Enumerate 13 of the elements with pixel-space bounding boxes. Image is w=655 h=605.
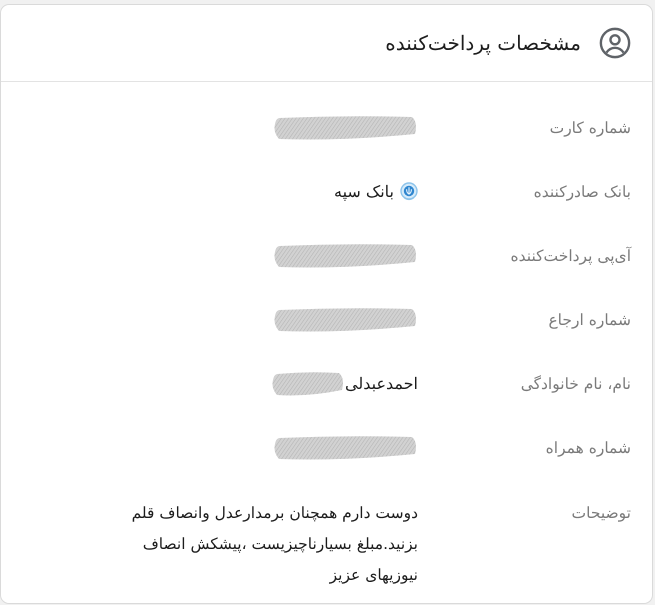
card-title: مشخصات پرداخت‌کننده — [385, 31, 581, 55]
user-icon — [599, 27, 631, 59]
field-label: شماره کارت — [550, 118, 631, 139]
description-text: دوست دارم همچنان برمدارعدل وانصاف قلم بزنید.مبلغ بسیارناچیزیست ،پیشکش انصاف نیوزیهای عزیز — [130, 503, 418, 586]
field-label: بانک صادرکننده — [534, 182, 631, 203]
field-label: توضیحات — [572, 503, 631, 524]
field-label: شماره همراه — [546, 438, 631, 459]
field-value: احمدعبدلی — [345, 373, 418, 395]
field-label: آی‌پی پرداخت‌کننده — [510, 246, 631, 267]
bank-name: بانک سپه — [334, 181, 394, 203]
field-label: شماره ارجاع — [548, 310, 631, 331]
field-label: نام، نام خانوادگی — [520, 374, 631, 395]
bank-logo-icon — [400, 182, 418, 202]
